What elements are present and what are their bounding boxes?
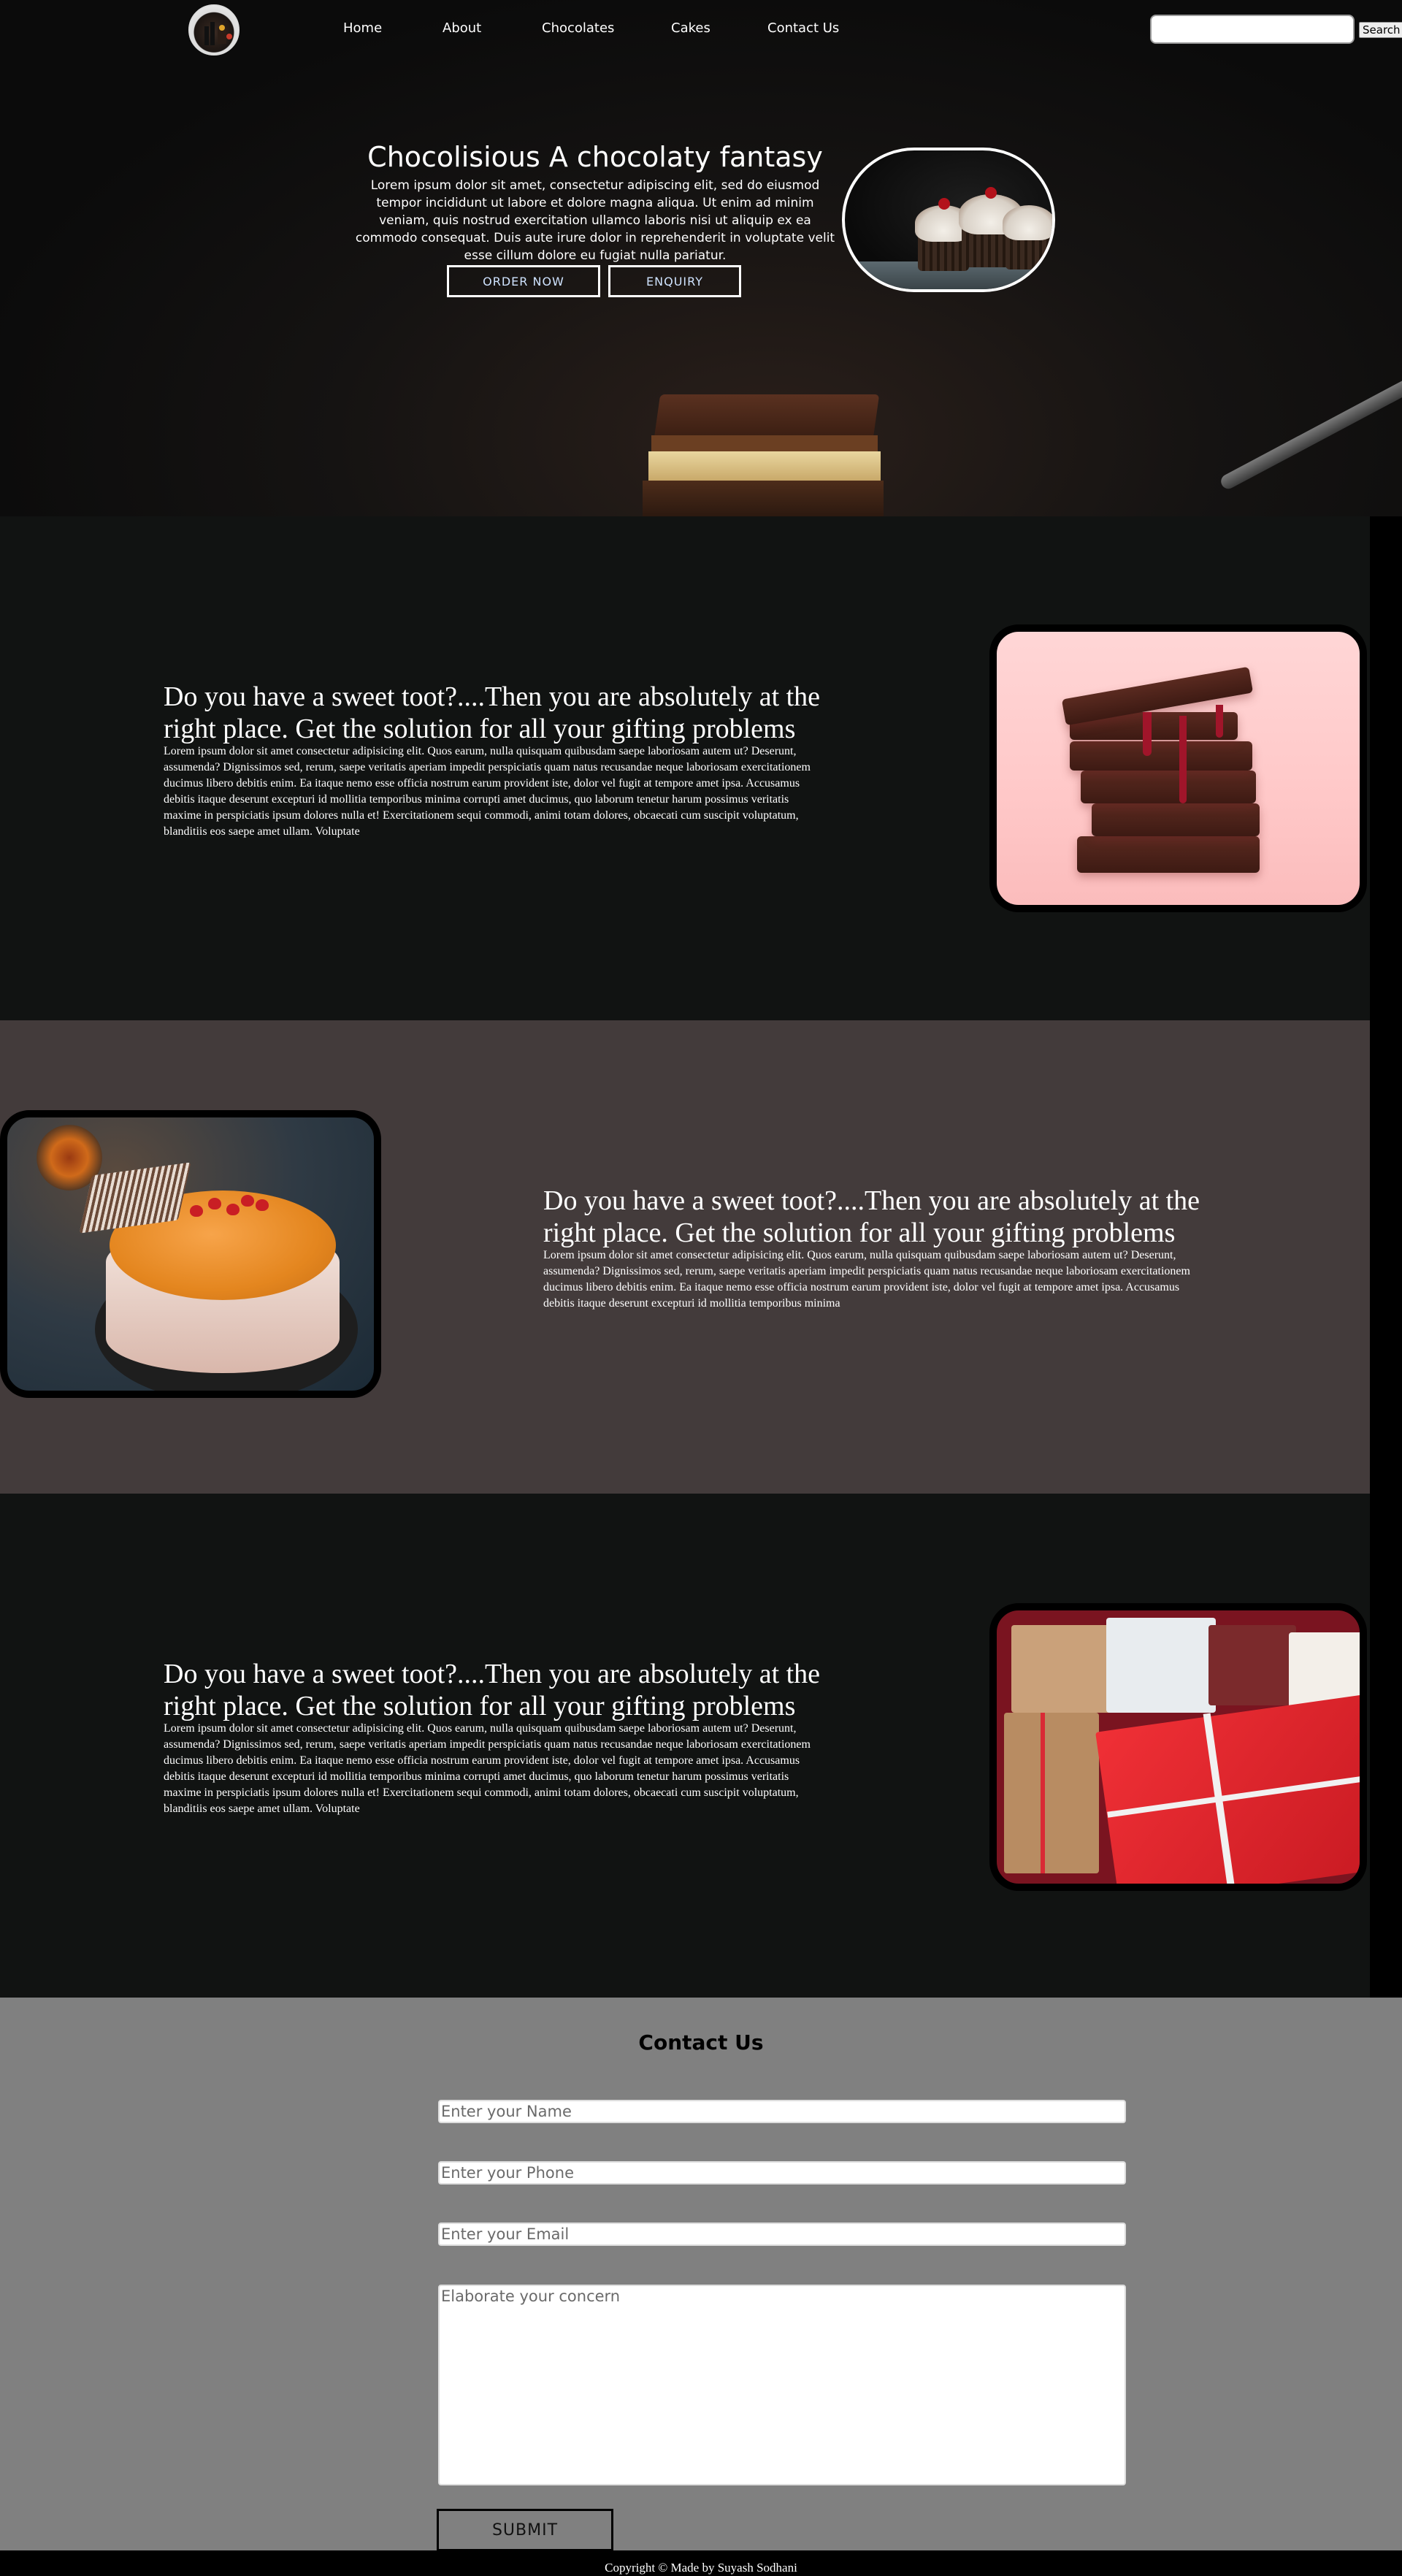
phone-field[interactable] <box>438 2161 1126 2185</box>
nav-link-chocolates[interactable]: Chocolates <box>542 20 614 36</box>
feature-text: Lorem ipsum dolor sit amet consectetur a… <box>164 1722 811 1815</box>
orange-cake-image <box>0 1110 381 1398</box>
concern-textarea[interactable] <box>438 2285 1126 2485</box>
search-input[interactable] <box>1150 15 1355 44</box>
contact-title: Contact Us <box>638 2030 764 2055</box>
feature-text: Lorem ipsum dolor sit amet consectetur a… <box>164 745 811 838</box>
navbar: Home About Chocolates Cakes Contact Us S… <box>0 0 1402 61</box>
feature-section-chocolates: Do you have a sweet toot?....Then you ar… <box>0 516 1370 1020</box>
hero-description: Lorem ipsum dolor sit amet, consectetur … <box>355 178 835 263</box>
contact-section: Contact Us SUBMIT <box>0 1998 1402 2551</box>
cupcake-logo-icon[interactable] <box>188 4 240 56</box>
hero-title: Chocolisious A chocolaty fantasy <box>367 141 823 173</box>
feature-section-cakes: Do you have a sweet toot?....Then you ar… <box>0 1020 1370 1494</box>
hero-section: Home About Chocolates Cakes Contact Us S… <box>0 0 1402 516</box>
nav-link-contact-us[interactable]: Contact Us <box>767 20 839 36</box>
feature-section-gifts: Do you have a sweet toot?....Then you ar… <box>0 1494 1370 1998</box>
feature-heading: Do you have a sweet toot?....Then you ar… <box>164 1659 821 1721</box>
feature-heading: Do you have a sweet toot?....Then you ar… <box>164 681 821 744</box>
enquiry-button[interactable]: ENQUIRY <box>608 265 741 297</box>
nav-link-about[interactable]: About <box>443 20 481 36</box>
feature-text: Lorem ipsum dolor sit amet consectetur a… <box>543 1249 1190 1310</box>
email-field[interactable] <box>438 2223 1126 2246</box>
background-spoon-image <box>1218 341 1402 492</box>
cupcakes-image <box>842 148 1055 292</box>
feature-heading: Do you have a sweet toot?....Then you ar… <box>543 1185 1200 1248</box>
nav-link-cakes[interactable]: Cakes <box>671 20 710 36</box>
copyright-text: Copyright © Made by Suyash Sodhani <box>605 2561 797 2575</box>
nav-link-home[interactable]: Home <box>343 20 382 36</box>
chocolate-stack-image <box>989 624 1367 912</box>
search-button[interactable]: Search <box>1359 22 1402 38</box>
name-field[interactable] <box>438 2100 1126 2123</box>
footer: Copyright © Made by Suyash Sodhani <box>0 2560 1402 2576</box>
right-edge-strip <box>1370 516 1402 1998</box>
submit-button[interactable]: SUBMIT <box>437 2509 613 2551</box>
order-now-button[interactable]: ORDER NOW <box>447 265 600 297</box>
gift-boxes-image <box>989 1603 1367 1891</box>
background-cake-slice-image <box>643 394 920 516</box>
